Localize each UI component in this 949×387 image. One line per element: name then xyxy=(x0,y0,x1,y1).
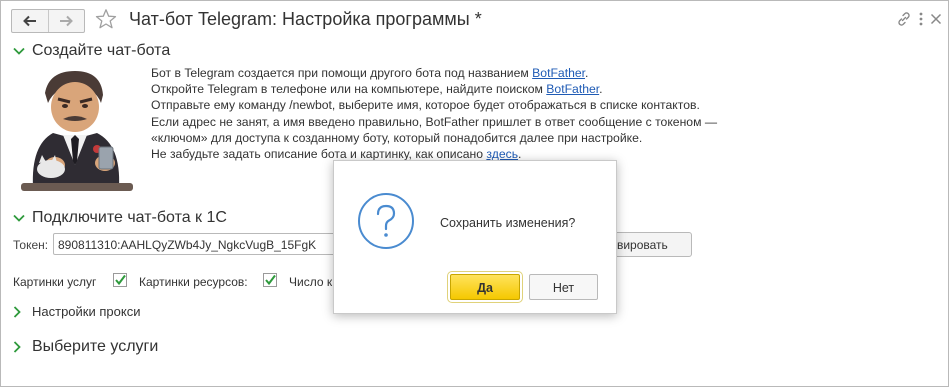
instruction-line: Если адрес не занят, а имя введено прави… xyxy=(151,114,718,129)
botfather-link[interactable]: BotFather xyxy=(532,66,585,80)
nav-buttons xyxy=(11,9,85,33)
text-fragment: . xyxy=(599,82,603,97)
text-fragment: . xyxy=(585,66,589,80)
chevron-down-icon xyxy=(13,211,27,225)
instruction-line: Бот в Telegram создается при помощи друг… xyxy=(151,65,801,81)
forward-button[interactable] xyxy=(47,10,85,32)
page-title: Чат-бот Telegram: Настройка программы * xyxy=(129,9,482,29)
instruction-line: Откройте Telegram в телефоне или на комп… xyxy=(151,81,801,97)
yes-button[interactable]: Да xyxy=(447,271,523,303)
chevron-right-icon xyxy=(13,305,27,319)
section-title: Выберите услуги xyxy=(32,338,159,355)
resource-images-label: Картинки ресурсов: xyxy=(139,275,248,289)
service-images-checkbox[interactable] xyxy=(113,273,127,287)
service-images-label: Картинки услуг xyxy=(13,275,97,289)
token-label: Токен: xyxy=(13,238,49,252)
no-button[interactable]: Нет xyxy=(529,274,598,300)
count-label: Число к xyxy=(289,275,333,289)
chevron-right-icon xyxy=(13,340,27,354)
botfather-mascot-image xyxy=(21,71,133,191)
checkmark-icon xyxy=(115,274,126,286)
section-connect-bot-header[interactable]: Подключите чат-бота к 1С xyxy=(13,209,227,227)
text-fragment: Бот в Telegram создается при помощи друг… xyxy=(151,66,533,80)
section-title: Создайте чат-бота xyxy=(32,42,171,59)
instructions-text: Бот в Telegram создается при помощи друг… xyxy=(151,65,801,162)
checkmark-icon xyxy=(265,274,276,286)
instruction-line: «ключом» для доступа к созданному боту, … xyxy=(151,130,643,145)
here-link[interactable]: здесь xyxy=(486,147,518,161)
proxy-settings-header[interactable]: Настройки прокси xyxy=(13,304,140,319)
botfather-search-link[interactable]: BotFather xyxy=(546,82,599,96)
dialog-message: Сохранить изменения? xyxy=(440,216,576,230)
close-icon[interactable] xyxy=(927,10,945,28)
resource-images-checkbox[interactable] xyxy=(263,273,277,287)
text-fragment: Не забудьте задать описание бота и карти… xyxy=(151,147,487,162)
app-window: Чат-бот Telegram: Настройка программы * … xyxy=(0,0,949,387)
token-input[interactable]: 890811310:AAHLQyZWb4Jy_NgkcVugB_15FgK xyxy=(53,233,353,255)
section-title: Подключите чат-бота к 1С xyxy=(32,209,227,226)
text-fragment: Откройте Telegram в телефоне или на комп… xyxy=(151,82,547,97)
section-create-bot-header[interactable]: Создайте чат-бота xyxy=(13,42,170,60)
instruction-line: Отправьте ему команду /newbot, выберите … xyxy=(151,98,700,113)
save-changes-dialog: Сохранить изменения? Да Нет xyxy=(333,160,617,314)
link-icon[interactable] xyxy=(895,10,913,28)
text-fragment: . xyxy=(518,147,522,162)
question-icon xyxy=(358,193,414,249)
back-button[interactable] xyxy=(12,10,48,32)
arrow-right-icon xyxy=(60,15,74,27)
star-icon[interactable] xyxy=(95,8,117,30)
chevron-down-icon xyxy=(13,44,27,58)
arrow-left-icon xyxy=(22,15,36,27)
section-services-header[interactable]: Выберите услуги xyxy=(13,338,158,356)
section-title: Настройки прокси xyxy=(32,304,141,319)
